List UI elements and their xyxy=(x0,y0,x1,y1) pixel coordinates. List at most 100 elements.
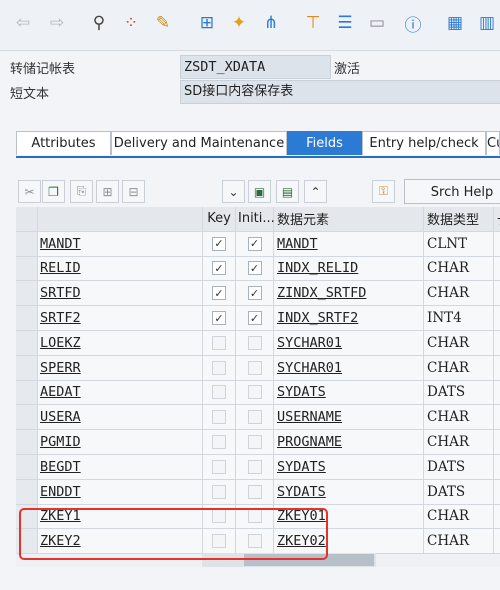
key-checkbox[interactable]: ✓ xyxy=(212,311,226,326)
data-element-cell[interactable]: PROGNAME xyxy=(274,430,424,455)
field-name-cell[interactable]: AEDAT xyxy=(38,380,203,406)
data-element-cell[interactable]: SYCHAR01 xyxy=(274,331,424,356)
initial-checkbox[interactable] xyxy=(247,360,262,375)
chevron-up-icon[interactable]: ⌃ xyxy=(304,180,327,203)
entry-icon[interactable]: ▤ xyxy=(276,180,299,203)
edit-toggle-icon[interactable]: ✎ xyxy=(150,9,176,37)
data-element-cell[interactable]: INDX_RELID xyxy=(274,256,424,282)
org-chart-icon[interactable]: ⊤ xyxy=(300,9,326,37)
row-selector[interactable] xyxy=(16,479,38,505)
table-row[interactable]: USERA USERNAME CHAR xyxy=(16,405,500,431)
data-element-cell[interactable]: MANDT xyxy=(274,231,424,257)
key-checkbox[interactable] xyxy=(212,335,226,350)
window-icon[interactable]: ▭ xyxy=(364,9,390,37)
forward-arrow-icon[interactable]: ⇨ xyxy=(44,9,70,37)
initial-checkbox[interactable]: ✓ xyxy=(247,311,262,326)
copy-icon[interactable]: ❐ xyxy=(42,180,65,203)
key-header[interactable]: Key xyxy=(203,207,236,232)
row-selector[interactable] xyxy=(16,355,38,381)
key-checkbox[interactable]: ✓ xyxy=(212,236,226,251)
row-selector[interactable] xyxy=(16,231,38,257)
table-row[interactable]: BEGDT SYDATS DATS xyxy=(16,455,500,480)
length-header[interactable]: 长/ xyxy=(494,207,500,232)
table-row[interactable]: SRTF2 ✓ ✓ INDX_SRTF2 INT4 xyxy=(16,306,500,331)
initial-checkbox[interactable] xyxy=(247,385,262,400)
info-icon[interactable]: ⓘ xyxy=(400,9,426,37)
key-checkbox[interactable]: ✓ xyxy=(212,261,226,276)
table-row[interactable]: SPERR SYCHAR01 CHAR xyxy=(16,355,500,381)
table-row[interactable]: LOEKZ SYCHAR01 CHAR xyxy=(16,331,500,356)
initial-checkbox[interactable]: ✓ xyxy=(247,236,262,251)
row-selector[interactable] xyxy=(16,430,38,455)
initial-checkbox[interactable] xyxy=(247,435,262,450)
search-help-button[interactable]: Srch Help xyxy=(404,179,500,204)
delete-row-icon[interactable]: ⊟ xyxy=(122,180,145,203)
row-selector[interactable] xyxy=(16,256,38,282)
insert-row-icon[interactable]: ⊞ xyxy=(96,180,119,203)
data-element-cell[interactable]: USERNAME xyxy=(274,405,424,431)
data-element-cell[interactable]: SYDATS xyxy=(274,380,424,406)
table-row[interactable]: PGMID PROGNAME CHAR xyxy=(16,430,500,455)
field-name-cell[interactable]: SPERR xyxy=(38,355,203,381)
initial-checkbox[interactable]: ✓ xyxy=(247,286,262,301)
field-name-cell[interactable]: SRTFD xyxy=(38,281,203,307)
include-icon[interactable]: ▣ xyxy=(248,180,271,203)
data-element-cell[interactable]: ZINDX_SRTFD xyxy=(274,281,424,307)
data-element-cell[interactable]: INDX_SRTF2 xyxy=(274,306,424,331)
field-name-cell[interactable]: USERA xyxy=(38,405,203,431)
bubbles-icon[interactable]: ⁘ xyxy=(118,9,144,37)
select-all-cell[interactable] xyxy=(16,207,38,232)
magic-wand-icon[interactable]: ✦ xyxy=(226,9,252,37)
field-name-cell[interactable]: ENDDT xyxy=(38,479,203,505)
key-checkbox[interactable] xyxy=(212,435,226,450)
share-icon[interactable]: ⋔ xyxy=(258,9,284,37)
key-checkbox[interactable] xyxy=(212,360,226,375)
tab-delivery-maintenance[interactable]: Delivery and Maintenance xyxy=(111,131,287,155)
field-header[interactable] xyxy=(38,207,203,232)
tab-fields[interactable]: Fields xyxy=(287,131,362,155)
layout-icon[interactable]: ▥ xyxy=(474,9,500,37)
table-row[interactable]: RELID ✓ ✓ INDX_RELID CHAR xyxy=(16,256,500,282)
tab-attributes[interactable]: Attributes xyxy=(16,131,111,155)
field-name-cell[interactable]: BEGDT xyxy=(38,455,203,480)
glasses-icon[interactable]: ⚲ xyxy=(86,9,112,37)
data-type-header[interactable]: 数据类型 xyxy=(424,207,494,232)
row-selector[interactable] xyxy=(16,306,38,331)
list-icon[interactable]: ☰ xyxy=(332,9,358,37)
initial-checkbox[interactable]: ✓ xyxy=(247,261,262,276)
row-selector[interactable] xyxy=(16,455,38,480)
key-checkbox[interactable]: ✓ xyxy=(212,286,226,301)
key-checkbox[interactable] xyxy=(212,410,226,425)
table-row[interactable]: SRTFD ✓ ✓ ZINDX_SRTFD CHAR xyxy=(16,281,500,307)
paste-icon[interactable]: ⎘ xyxy=(70,180,93,203)
table-row[interactable]: AEDAT SYDATS DATS xyxy=(16,380,500,406)
key-checkbox[interactable] xyxy=(212,484,226,499)
table-name-field[interactable]: ZSDT_XDATA xyxy=(180,55,331,79)
field-name-cell[interactable]: PGMID xyxy=(38,430,203,455)
tab-currency[interactable]: Cu xyxy=(486,131,500,155)
data-element-header[interactable]: 数据元素 xyxy=(274,207,424,232)
table-row[interactable]: MANDT ✓ ✓ MANDT CLNT xyxy=(16,231,500,257)
field-name-cell[interactable]: LOEKZ xyxy=(38,331,203,356)
chevron-down-icon[interactable]: ⌄ xyxy=(222,180,245,203)
initial-checkbox[interactable] xyxy=(247,484,262,499)
row-selector[interactable] xyxy=(16,380,38,406)
initial-header[interactable]: Initi... xyxy=(236,207,275,232)
short-text-field[interactable]: SD接口内容保存表 xyxy=(180,80,500,104)
grid-icon[interactable]: ▦ xyxy=(442,9,468,37)
data-element-cell[interactable]: SYCHAR01 xyxy=(274,355,424,381)
key-icon[interactable]: ⚿ xyxy=(372,180,395,203)
cut-icon[interactable]: ✂ xyxy=(18,180,41,203)
data-element-cell[interactable]: SYDATS xyxy=(274,455,424,480)
hierarchy-icon[interactable]: ⊞ xyxy=(194,9,220,37)
field-name-cell[interactable]: SRTF2 xyxy=(38,306,203,331)
initial-checkbox[interactable] xyxy=(247,410,262,425)
initial-checkbox[interactable] xyxy=(247,335,262,350)
key-checkbox[interactable] xyxy=(212,385,226,400)
data-element-cell[interactable]: SYDATS xyxy=(274,479,424,505)
field-name-cell[interactable]: MANDT xyxy=(38,231,203,257)
table-row[interactable]: ENDDT SYDATS DATS xyxy=(16,479,500,505)
row-selector[interactable] xyxy=(16,281,38,307)
row-selector[interactable] xyxy=(16,405,38,431)
row-selector[interactable] xyxy=(16,331,38,356)
